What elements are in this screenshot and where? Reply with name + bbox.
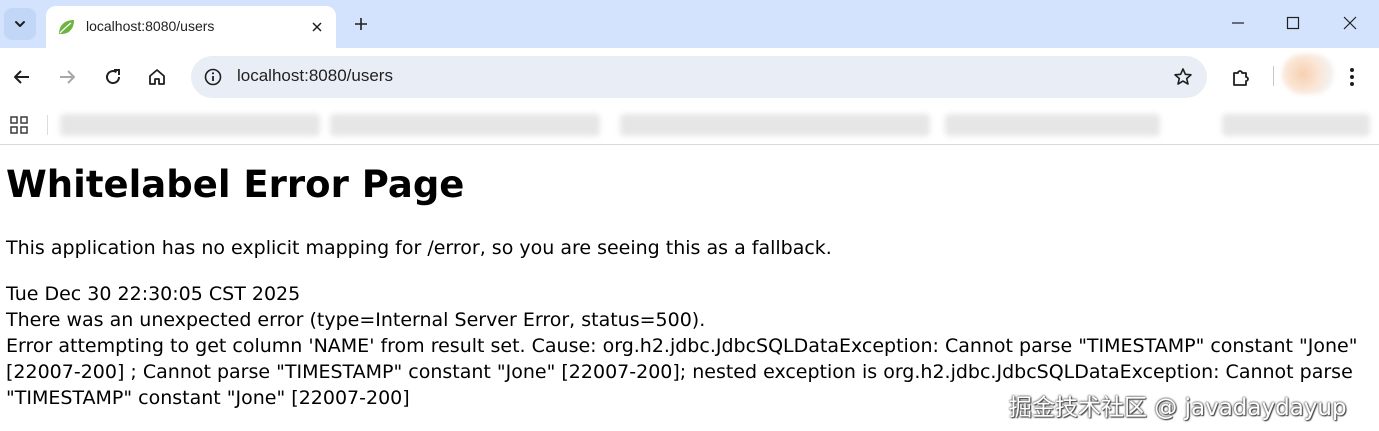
chevron-down-icon: [13, 17, 27, 31]
puzzle-icon: [1230, 66, 1252, 88]
browser-menu-button[interactable]: [1336, 61, 1368, 93]
error-summary: There was an unexpected error (type=Inte…: [6, 309, 706, 331]
profile-avatar[interactable]: [1282, 54, 1334, 94]
bookmarks-bar: [0, 106, 1379, 145]
url-text: localhost:8080/users: [237, 66, 393, 86]
maximize-button[interactable]: [1275, 8, 1311, 38]
maximize-icon: [1286, 16, 1300, 30]
close-icon: [1343, 16, 1357, 30]
more-vertical-icon: [1349, 67, 1355, 87]
tab-search-button[interactable]: [4, 8, 36, 40]
blurred-bookmark[interactable]: [330, 114, 600, 136]
blurred-bookmark[interactable]: [945, 114, 1160, 136]
forward-button[interactable]: [51, 61, 83, 93]
error-message-line: [22007-200] ; Cannot parse "TIMESTAMP" c…: [6, 361, 1353, 383]
arrow-right-icon: [57, 67, 77, 87]
plus-icon: [353, 16, 369, 32]
new-tab-button[interactable]: [348, 12, 374, 36]
blurred-bookmark[interactable]: [1222, 114, 1370, 136]
error-page: Whitelabel Error Page This application h…: [6, 150, 1372, 411]
minimize-icon: [1231, 16, 1245, 30]
spring-leaf-icon: [56, 17, 76, 37]
apps-button[interactable]: [8, 114, 30, 136]
watermark: 掘金技术社区 @ javadaydayup: [1009, 395, 1347, 421]
reload-icon: [103, 67, 123, 87]
apps-grid-icon: [10, 116, 28, 134]
star-icon[interactable]: [1171, 65, 1195, 89]
page-title: Whitelabel Error Page: [6, 163, 465, 206]
minimize-button[interactable]: [1220, 8, 1256, 38]
extensions-button[interactable]: [1225, 61, 1257, 93]
arrow-left-icon: [12, 67, 32, 87]
back-button[interactable]: [6, 61, 38, 93]
browser-toolbar: localhost:8080/users: [0, 48, 1379, 106]
blurred-bookmark[interactable]: [620, 114, 930, 136]
address-bar[interactable]: localhost:8080/users: [191, 56, 1207, 98]
close-icon[interactable]: [308, 18, 326, 36]
site-info-icon[interactable]: [199, 63, 227, 91]
bookmarks-separator: [47, 115, 48, 135]
home-icon: [147, 67, 167, 87]
url-host: localhost: [237, 66, 305, 85]
reload-button[interactable]: [97, 61, 129, 93]
toolbar-divider: [1273, 66, 1274, 86]
tab-strip: localhost:8080/users: [0, 0, 1379, 48]
tab-title: localhost:8080/users: [86, 18, 215, 34]
close-window-button[interactable]: [1332, 8, 1368, 38]
fallback-message: This application has no explicit mapping…: [6, 237, 832, 259]
home-button[interactable]: [141, 61, 173, 93]
url-path: :8080/users: [304, 66, 393, 85]
blurred-bookmark[interactable]: [60, 114, 320, 136]
active-tab[interactable]: localhost:8080/users: [46, 6, 336, 48]
error-message-line: Error attempting to get column 'NAME' fr…: [6, 335, 1358, 357]
error-timestamp: Tue Dec 30 22:30:05 CST 2025: [6, 283, 301, 305]
